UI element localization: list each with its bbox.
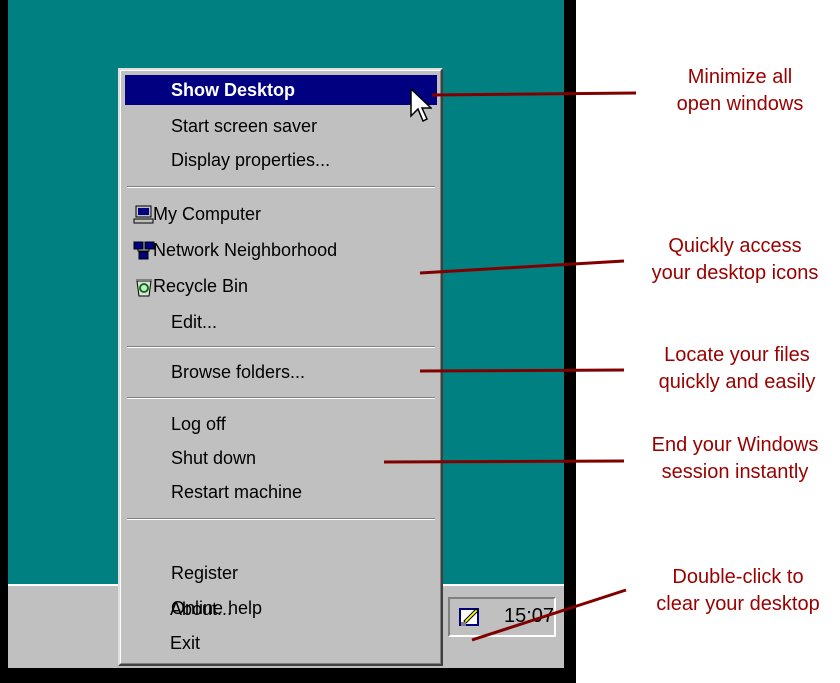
menu-item-network-neighborhood[interactable]: Network Neighborhood: [125, 235, 437, 265]
annotation-line: quickly and easily: [658, 371, 816, 393]
menu-item-label: Edit...: [171, 312, 218, 332]
menu-item-label: Restart machine: [171, 482, 303, 502]
menu-item-label: Browse folders...: [171, 362, 306, 382]
annotation-line: clear your desktop: [656, 593, 820, 615]
annotation-line: Locate your files: [664, 344, 810, 366]
menu-item-label: Shut down: [171, 448, 257, 468]
menu-item-label: Log off: [171, 414, 226, 434]
network-icon: [133, 240, 155, 260]
menu-item-label: About...: [170, 599, 233, 619]
menu-item-label: Recycle Bin: [153, 276, 249, 296]
menu-item-edit[interactable]: Edit...: [125, 307, 437, 337]
menu-item-show-desktop[interactable]: Show Desktop: [125, 75, 437, 105]
menu-separator: [127, 397, 435, 399]
menu-item-restart-machine[interactable]: Restart machine: [125, 477, 437, 507]
annotation-tray-icon: Double-click to clear your desktop: [636, 564, 840, 618]
clock[interactable]: 15:07: [504, 605, 554, 628]
menu-item-label: Display properties...: [171, 150, 331, 170]
desktop-tray-icon[interactable]: [458, 605, 482, 629]
annotation-desktop-icons: Quickly access your desktop icons: [630, 233, 840, 287]
recycle-bin-icon: [133, 276, 155, 297]
annotation-browse-folders: Locate your files quickly and easily: [634, 342, 840, 396]
menu-item-display-properties[interactable]: Display properties...: [125, 145, 437, 175]
menu-item-start-screen-saver[interactable]: Start screen saver: [125, 111, 437, 141]
menu-item-label: Network Neighborhood: [153, 240, 338, 260]
menu-separator: [127, 186, 435, 188]
menu-item-recycle-bin[interactable]: Recycle Bin: [125, 271, 437, 301]
annotation-show-desktop: Minimize all open windows: [640, 64, 840, 118]
menu-item-label: Exit: [170, 633, 201, 653]
menu-item-register[interactable]: Register: [125, 558, 437, 588]
computer-icon: [133, 204, 155, 224]
menu-item-log-off[interactable]: Log off: [125, 409, 437, 439]
menu-separator: [127, 346, 435, 348]
menu-separator: [127, 518, 435, 520]
menu-item-shut-down[interactable]: Shut down: [125, 443, 437, 473]
annotation-line: End your Windows: [651, 434, 819, 456]
annotation-shut-down: End your Windows session instantly: [630, 432, 840, 486]
annotation-line: Minimize all: [687, 66, 793, 88]
annotation-line: open windows: [676, 93, 804, 115]
context-menu: Show Desktop Start screen saver Display …: [118, 68, 443, 666]
annotation-line: Double-click to: [672, 566, 804, 588]
mouse-cursor-icon: [410, 87, 433, 124]
menu-item-about[interactable]: About...: [124, 594, 436, 624]
system-tray: 15:07: [448, 597, 556, 637]
menu-item-exit[interactable]: Exit: [124, 628, 436, 658]
menu-item-label: My Computer: [153, 204, 262, 224]
annotation-line: your desktop icons: [651, 262, 819, 284]
menu-item-browse-folders[interactable]: Browse folders...: [125, 357, 437, 387]
menu-item-label: Register: [171, 563, 239, 583]
menu-item-label: Show Desktop: [171, 80, 296, 100]
annotation-line: Quickly access: [668, 235, 802, 257]
menu-item-my-computer[interactable]: My Computer: [125, 199, 437, 229]
annotation-line: session instantly: [661, 461, 809, 483]
menu-item-label: Start screen saver: [171, 116, 318, 136]
